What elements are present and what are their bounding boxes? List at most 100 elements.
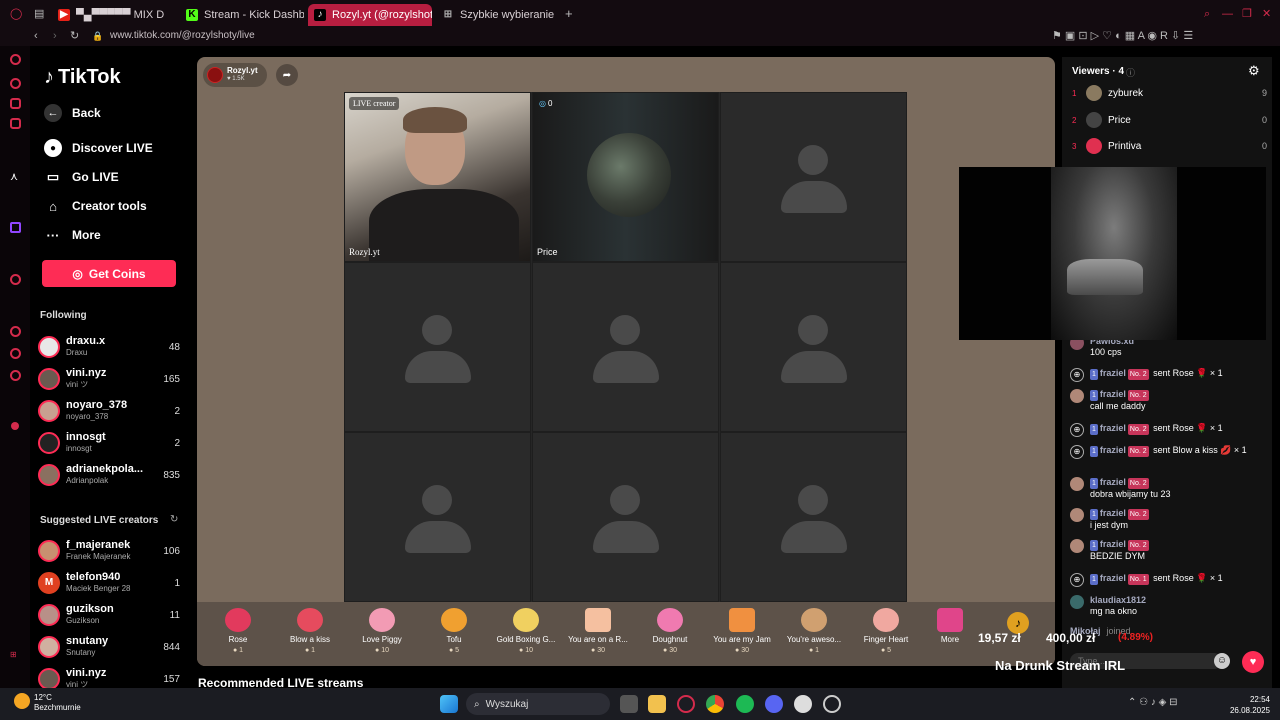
gift-doughnut[interactable]: Doughnut ● 30 [635,608,705,654]
reload-icon[interactable]: ↻ [70,29,79,43]
address-bar: ‹ › ↻ 🔒 www.tiktok.com/@rozylshoty/live … [0,28,1280,46]
share-icon[interactable]: ➦ [276,64,298,86]
sidebar-icon-5[interactable]: ⋏ [10,170,18,183]
sidebar-icon-1[interactable] [10,54,21,65]
back-icon[interactable]: ‹ [34,29,38,43]
following-item[interactable]: adrianekpola... Adrianpolak 835 [38,461,180,489]
tab-menu-icon[interactable]: ▤ [34,7,44,21]
donation-goal-widget: 19,57 zł 400,00 zł (4.89%) Na Drunk Stre… [975,628,1235,680]
empty-slot[interactable] [720,262,907,432]
empty-slot[interactable] [720,92,907,262]
windows-start-icon[interactable] [440,695,458,713]
maximize-icon[interactable]: ❐ [1242,7,1252,21]
twitch-icon[interactable] [10,222,21,233]
tab-youtube[interactable]: ▶ ▀▄▀▀▀▀▀ MIX D [52,4,176,26]
minimize-icon[interactable]: — [1222,7,1233,21]
gift-icon: ⊕ [1070,573,1084,587]
empty-slot[interactable] [344,262,531,432]
following-item[interactable]: noyaro_378 noyaro_378 2 [38,397,180,425]
avatar [1086,112,1102,128]
gift-you-are-on-a-roll[interactable]: You are on a R... ● 30 [563,608,633,654]
gift-you-are-my-jam[interactable]: You are my Jam ● 30 [707,608,777,654]
host-chip[interactable]: Rozyl.yt ♥ 1.5K [203,63,267,87]
suggested-item[interactable]: guzikson Guzikson 11 [38,601,180,629]
avatar [38,368,60,390]
empty-slot[interactable] [344,432,531,602]
nav-go-live[interactable]: ▭ Go LIVE [44,168,119,186]
viewer-row[interactable]: 2 Price 0 [1072,110,1267,130]
file-explorer-icon[interactable] [648,695,666,713]
extension-icons[interactable]: ⚑ ▣ ⊡ ▷ ♡ ◐ ▦ A ◉ R ⇩ ☰ [1052,29,1193,43]
suggested-item[interactable]: f_majeranek Franek Majeranek 106 [38,537,180,565]
sidebar-icon-4[interactable] [10,118,21,129]
help-icon[interactable]: ⓘ [1126,66,1135,79]
spotify-icon[interactable] [736,695,754,713]
avatar: M [38,572,60,594]
empty-slot[interactable] [532,432,719,602]
suggested-item[interactable]: M telefon940 Maciek Benger 28 1 [38,569,180,597]
cat-icon [801,608,827,632]
sidebar-icon-8[interactable] [10,348,21,359]
guest-avatar [587,133,671,217]
tab-speed-dial[interactable]: ⊞ Szybkie wybieranie [436,4,560,26]
gift-finger-heart[interactable]: Finger Heart ● 5 [851,608,921,654]
chrome-icon[interactable] [706,695,724,713]
gift-rose[interactable]: Rose ● 1 [203,608,273,654]
suggested-title: Suggested LIVE creators [40,515,159,526]
speed-dial-icon: ⊞ [443,9,453,20]
new-tab-icon[interactable]: + [565,7,573,21]
tab-kick-dashboard[interactable]: K Stream - Kick Dashboard [180,4,304,26]
nav-creator-tools[interactable]: ⌂ Creator tools [44,197,147,215]
sidebar-more-icon[interactable]: ⊞ [10,650,17,659]
sidebar-icon-9[interactable] [10,370,21,381]
following-item[interactable]: innosgt innosgt 2 [38,429,180,457]
suggested-item[interactable]: snutany Snutany 844 [38,633,180,661]
get-coins-button[interactable]: ◎ Get Coins [42,260,176,287]
avatar [38,432,60,454]
gift-love-piggy[interactable]: Love Piggy ● 10 [347,608,417,654]
nav-discover-live[interactable]: ● Discover LIVE [44,139,153,157]
avatar [1086,85,1102,101]
clock[interactable]: 22:54 26.08.2025 [1224,694,1270,716]
nav-more[interactable]: ··· More [44,226,101,244]
weather-widget[interactable]: 12°C Bezchmurnie [34,693,81,713]
nav-back[interactable]: ← Back [44,104,101,122]
opera-gx-icon[interactable] [677,695,695,713]
tiktok-logo[interactable]: ♪ TikTok [44,66,121,89]
gift-tofu[interactable]: Tofu ● 5 [419,608,489,654]
like-heart-icon[interactable]: ♥ [1242,651,1264,673]
refresh-icon[interactable]: ↻ [170,514,178,525]
gift-gold-boxing[interactable]: Gold Boxing G... ● 10 [491,608,561,654]
viewer-row[interactable]: 3 Printiva 0 [1072,136,1267,156]
gift-youre-awesome[interactable]: You're aweso... ● 1 [779,608,849,654]
following-item[interactable]: vini.nyz vini ツ 165 [38,365,180,393]
coin-icon: ◎ [539,99,546,108]
obs-icon[interactable] [823,695,841,713]
following-item[interactable]: draxu.x Draxu 48 [38,333,180,361]
empty-slot[interactable] [532,262,719,432]
sidebar-icon-6[interactable] [10,274,21,285]
sidebar-icon-7[interactable] [10,326,21,337]
settings-gear-icon[interactable]: ⚙ [1248,63,1260,79]
sidebar-icon-3[interactable] [10,98,21,109]
host-video-cell[interactable]: LIVE creator Rozyl.yt [344,92,531,262]
gift-blow-a-kiss[interactable]: Blow a kiss ● 1 [275,608,345,654]
sidebar-icon-10[interactable] [11,422,19,430]
tab-tiktok-live[interactable]: ♪ Rozyl.yt (@rozylshoty [308,4,432,26]
search-tabs-icon[interactable]: ⌕ [1204,7,1210,21]
taskbar-search[interactable]: ⌕ Wyszukaj [466,693,610,715]
weather-sun-icon[interactable] [14,693,30,709]
guest-video-cell[interactable]: ◎ 0 Price [532,92,719,262]
task-view-icon[interactable] [620,695,638,713]
tray-icons[interactable]: ⌃ ⚇ ♪ ◈ ⊟ [1128,697,1178,708]
opera-logo-icon[interactable]: ◯ [10,7,22,21]
url-field[interactable]: www.tiktok.com/@rozylshoty/live [110,30,255,41]
empty-slot[interactable] [720,432,907,602]
app-icon[interactable] [794,695,812,713]
kiss-icon [297,608,323,632]
close-window-icon[interactable]: ✕ [1262,7,1271,21]
discord-icon[interactable] [765,695,783,713]
forward-icon[interactable]: › [53,29,57,43]
viewer-row[interactable]: 1 zyburek 9 [1072,83,1267,103]
sidebar-icon-2[interactable] [10,78,21,89]
